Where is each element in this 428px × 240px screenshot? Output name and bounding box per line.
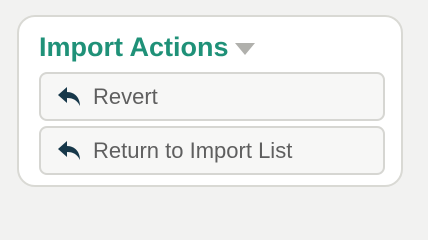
- return-to-import-list-button[interactable]: Return to Import List: [39, 126, 385, 175]
- caret-down-icon[interactable]: [234, 43, 255, 55]
- undo-arrow-icon: [56, 84, 84, 110]
- panel-title[interactable]: Import Actions: [39, 30, 229, 64]
- panel-header[interactable]: Import Actions: [39, 30, 255, 64]
- import-actions-panel: Import Actions Revert Return to Import L…: [17, 15, 403, 187]
- revert-button-label: Revert: [93, 83, 158, 109]
- return-to-import-list-button-label: Return to Import List: [93, 137, 293, 163]
- revert-button[interactable]: Revert: [39, 72, 385, 121]
- undo-arrow-icon: [56, 138, 84, 164]
